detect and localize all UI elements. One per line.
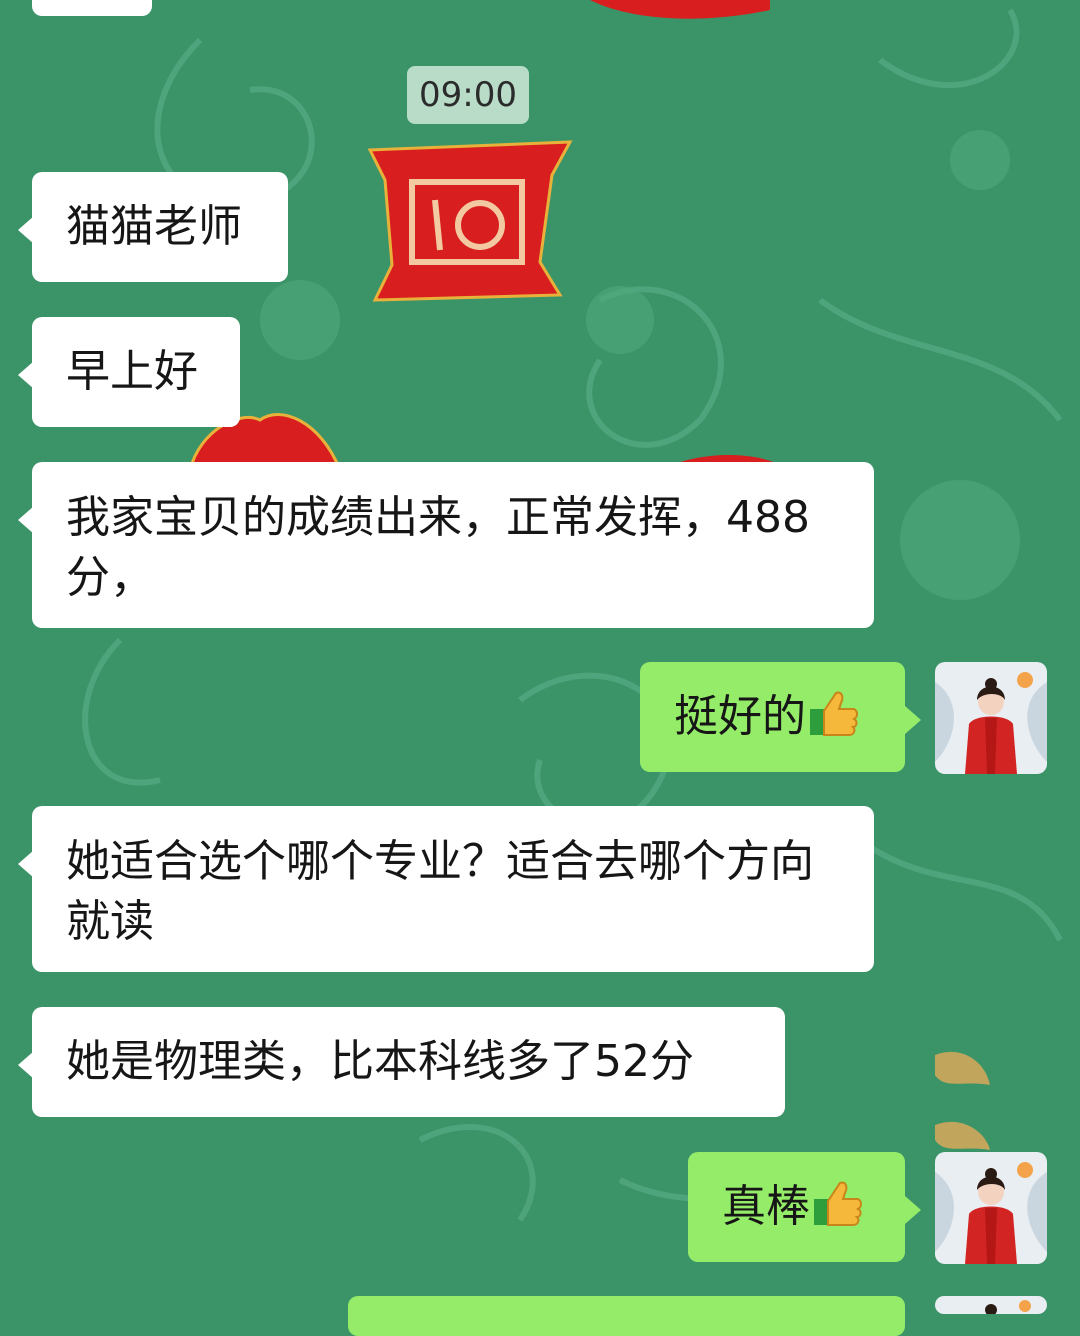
- thumbs-up-icon: [814, 1181, 862, 1226]
- incoming-message-5[interactable]: 她是物理类，比本科线多了52分: [18, 1007, 785, 1117]
- message-text: 真棒: [722, 1181, 810, 1232]
- message-timestamp: 09:00: [407, 66, 529, 124]
- message-text: 猫猫老师: [66, 201, 242, 252]
- thumbs-up-icon: [810, 691, 858, 736]
- red-seal-ornament: [367, 140, 573, 302]
- incoming-message-2[interactable]: 早上好: [18, 317, 240, 427]
- message-text: 她是物理类，比本科线多了52分: [66, 1036, 694, 1087]
- incoming-message-4[interactable]: 她适合选个哪个专业？适合去哪个方向就读: [18, 806, 874, 972]
- outgoing-message-1[interactable]: 挺好的: [640, 662, 921, 772]
- user-avatar[interactable]: [935, 662, 1047, 774]
- message-text: 早上好: [66, 346, 198, 397]
- outgoing-message-partial[interactable]: [348, 1296, 905, 1336]
- user-avatar[interactable]: [935, 1152, 1047, 1264]
- incoming-message-3[interactable]: 我家宝贝的成绩出来，正常发挥，488分，: [18, 462, 874, 628]
- outgoing-message-2[interactable]: 真棒: [688, 1152, 921, 1262]
- message-text: 她适合选个哪个专业？适合去哪个方向就读: [66, 836, 814, 947]
- message-text: 我家宝贝的成绩出来，正常发挥，488分，: [66, 492, 810, 603]
- message-text: 挺好的: [674, 691, 806, 742]
- incoming-message-1[interactable]: 猫猫老师: [18, 172, 288, 282]
- user-avatar[interactable]: [935, 1296, 1047, 1314]
